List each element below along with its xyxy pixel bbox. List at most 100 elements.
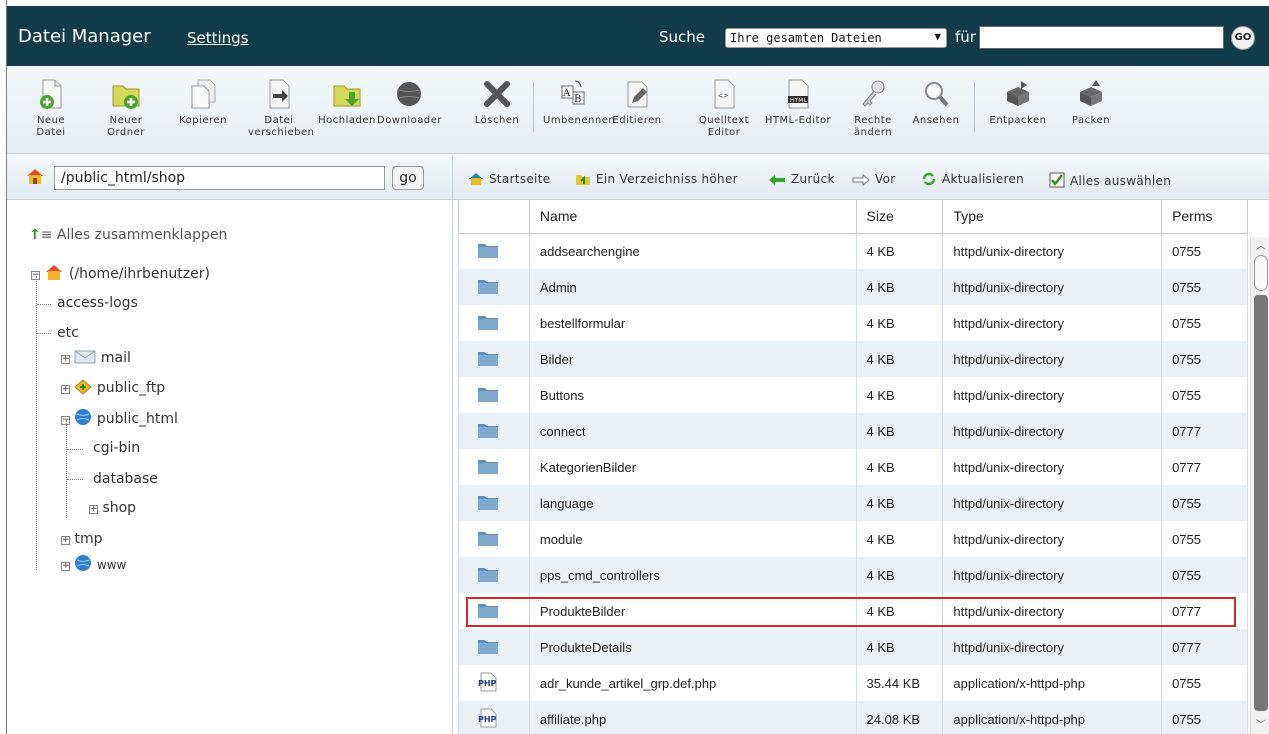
- tree-label-shop: shop: [102, 500, 137, 516]
- permissions-button[interactable]: Rechte ändern: [849, 78, 897, 139]
- upload-button[interactable]: Hochladen: [317, 78, 377, 127]
- table-row[interactable]: ProdukteBilder 4 KB httpd/unix-directory 07…: [458, 593, 1248, 629]
- copy-label: Kopieren: [179, 115, 227, 126]
- table-row[interactable]: module 4 KB httpd/unix-directory 0755: [458, 521, 1248, 557]
- scroll-down-arrow-icon[interactable]: ﹀: [1251, 716, 1269, 732]
- file-list-scrollbar[interactable]: ︿ ﹀: [1250, 237, 1269, 734]
- expand-toggle-icon[interactable]: +: [61, 385, 70, 394]
- tree-node-www[interactable]: + www: [61, 554, 126, 573]
- settings-link[interactable]: Settings: [187, 29, 249, 47]
- table-row[interactable]: Bilder 4 KB httpd/unix-directory 0755: [458, 341, 1248, 377]
- scroll-up-arrow-icon[interactable]: ︿: [1251, 237, 1269, 253]
- edit-pencil-icon: [627, 81, 648, 108]
- forward-link[interactable]: Vor: [852, 172, 895, 186]
- table-row[interactable]: Buttons 4 KB httpd/unix-directory 0755: [458, 377, 1248, 413]
- expand-toggle-icon[interactable]: +: [61, 536, 70, 545]
- compress-button[interactable]: Packen: [1067, 78, 1115, 127]
- file-type-cell: httpd/unix-directory: [942, 413, 1163, 449]
- tree-node-database[interactable]: database: [85, 471, 158, 487]
- home-icon: [469, 173, 483, 185]
- table-row[interactable]: KategorienBilder 4 KB httpd/unix-directory…: [458, 449, 1248, 485]
- name-column-header[interactable]: Name: [528, 200, 857, 234]
- expand-toggle-icon[interactable]: +: [61, 562, 70, 571]
- edit-button[interactable]: Editieren: [607, 78, 667, 127]
- tree-node-mail[interactable]: + mail: [61, 350, 131, 366]
- perms-column-header[interactable]: Perms: [1161, 200, 1248, 234]
- search-input[interactable]: [979, 26, 1224, 49]
- scrollbar-track[interactable]: [1254, 295, 1268, 711]
- key-icon: [862, 80, 885, 107]
- extract-button[interactable]: Entpacken: [987, 78, 1049, 127]
- file-type-cell: application/x-httpd-php: [942, 665, 1163, 701]
- select-all-link[interactable]: Alles auswählen: [1049, 172, 1171, 188]
- file-type-cell: httpd/unix-directory: [942, 305, 1163, 341]
- file-name-cell: addsearchengine: [528, 233, 857, 269]
- table-row[interactable]: PHP adr_kunde_artikel_grp.def.php 35.44 KB…: [458, 665, 1248, 701]
- file-perms-cell: 0777: [1161, 413, 1248, 449]
- download-label: Downloader: [377, 115, 442, 126]
- tree-connector: [67, 479, 83, 480]
- pane-divider[interactable]: [452, 155, 453, 734]
- download-button[interactable]: Downloader: [377, 78, 441, 127]
- file-size-cell: 4 KB: [855, 557, 944, 593]
- table-row[interactable]: addsearchengine 4 KB httpd/unix-directory 0…: [458, 233, 1248, 269]
- table-row[interactable]: PHP affiliate.php 24.08 KB application/x-ht…: [458, 701, 1248, 734]
- file-name-cell: ProdukteDetails: [528, 629, 857, 665]
- copy-button[interactable]: Kopieren: [173, 78, 233, 127]
- tree-node-tmp[interactable]: + tmp: [61, 531, 102, 547]
- delete-button[interactable]: Löschen: [469, 78, 525, 127]
- expand-toggle-icon[interactable]: +: [89, 505, 98, 514]
- folder-icon: [478, 351, 498, 366]
- tree-node-cgi-bin[interactable]: cgi-bin: [85, 440, 140, 456]
- select-all-label: Alles auswählen: [1070, 174, 1172, 188]
- table-row[interactable]: connect 4 KB httpd/unix-directory 0777: [458, 413, 1248, 449]
- expand-toggle-icon[interactable]: +: [61, 355, 70, 364]
- tree-node-root[interactable]: − (/home/ihrbenutzer): [31, 263, 210, 282]
- home-label: Startseite: [489, 172, 551, 186]
- html-file-icon: HTML: [788, 79, 809, 109]
- tree-node-shop[interactable]: + shop: [89, 500, 136, 516]
- up-directory-link[interactable]: Ein Verzeichniss höher: [575, 172, 738, 186]
- new-file-label-1: Neue: [36, 115, 66, 126]
- delete-label: Löschen: [474, 115, 520, 126]
- rename-button[interactable]: AB Umbenennen: [543, 78, 615, 127]
- row-icon-cell: [458, 521, 530, 557]
- path-go-button[interactable]: go: [392, 166, 424, 190]
- table-row[interactable]: language 4 KB httpd/unix-directory 0755: [458, 485, 1248, 521]
- new-file-button[interactable]: Neue Datei: [31, 78, 71, 139]
- source-editor-button[interactable]: <> Quelltext Editor: [693, 78, 755, 139]
- back-link[interactable]: Zurück: [768, 172, 835, 186]
- table-row[interactable]: ProdukteDetails 4 KB httpd/unix-directory 0…: [458, 629, 1248, 665]
- copy-icon: [191, 79, 216, 109]
- folder-tree: ↑≡ Alles zusammenklappen − (/home/ihrben…: [7, 200, 452, 734]
- row-icon-cell: PHP: [458, 665, 530, 701]
- file-type-cell: httpd/unix-directory: [942, 557, 1163, 593]
- search-go-button[interactable]: GO: [1231, 26, 1255, 50]
- tree-label-public-ftp: public_ftp: [96, 380, 166, 396]
- source-editor-label-1: Quelltext: [698, 115, 750, 126]
- file-name-cell: ProdukteBilder: [528, 593, 857, 629]
- view-button[interactable]: Ansehen: [909, 78, 963, 127]
- new-folder-label-1: Neuer: [109, 115, 143, 126]
- tree-node-public-ftp[interactable]: + public_ftp: [61, 379, 165, 396]
- move-file-button[interactable]: Datei verschieben: [248, 78, 314, 139]
- tree-node-access-logs[interactable]: access-logs: [43, 295, 138, 311]
- scrollbar-thumb[interactable]: [1254, 255, 1268, 291]
- table-row[interactable]: Admin 4 KB httpd/unix-directory 0755: [458, 269, 1248, 305]
- type-column-header[interactable]: Type: [942, 200, 1163, 234]
- tree-node-public-html[interactable]: − public_html: [61, 408, 178, 427]
- file-name-cell: pps_cmd_controllers: [528, 557, 857, 593]
- collapse-all-link[interactable]: ↑≡ Alles zusammenklappen: [29, 227, 227, 243]
- size-column-header[interactable]: Size: [855, 200, 944, 234]
- html-editor-button[interactable]: HTML HTML-Editor: [763, 78, 833, 127]
- table-row[interactable]: bestellformular 4 KB httpd/unix-directory 0…: [458, 305, 1248, 341]
- table-row[interactable]: pps_cmd_controllers 4 KB httpd/unix-direct…: [458, 557, 1248, 593]
- search-scope-select[interactable]: Ihre gesamten Dateien ▼: [725, 28, 947, 48]
- path-input[interactable]: /public_html/shop: [54, 166, 385, 190]
- row-icon-cell: [458, 629, 530, 665]
- home-link[interactable]: Startseite: [468, 172, 550, 186]
- file-type-cell: httpd/unix-directory: [942, 521, 1163, 557]
- new-folder-button[interactable]: Neuer Ordner: [103, 78, 149, 139]
- reload-link[interactable]: Aktualisieren: [921, 172, 1024, 186]
- reload-label: Aktualisieren: [942, 172, 1025, 186]
